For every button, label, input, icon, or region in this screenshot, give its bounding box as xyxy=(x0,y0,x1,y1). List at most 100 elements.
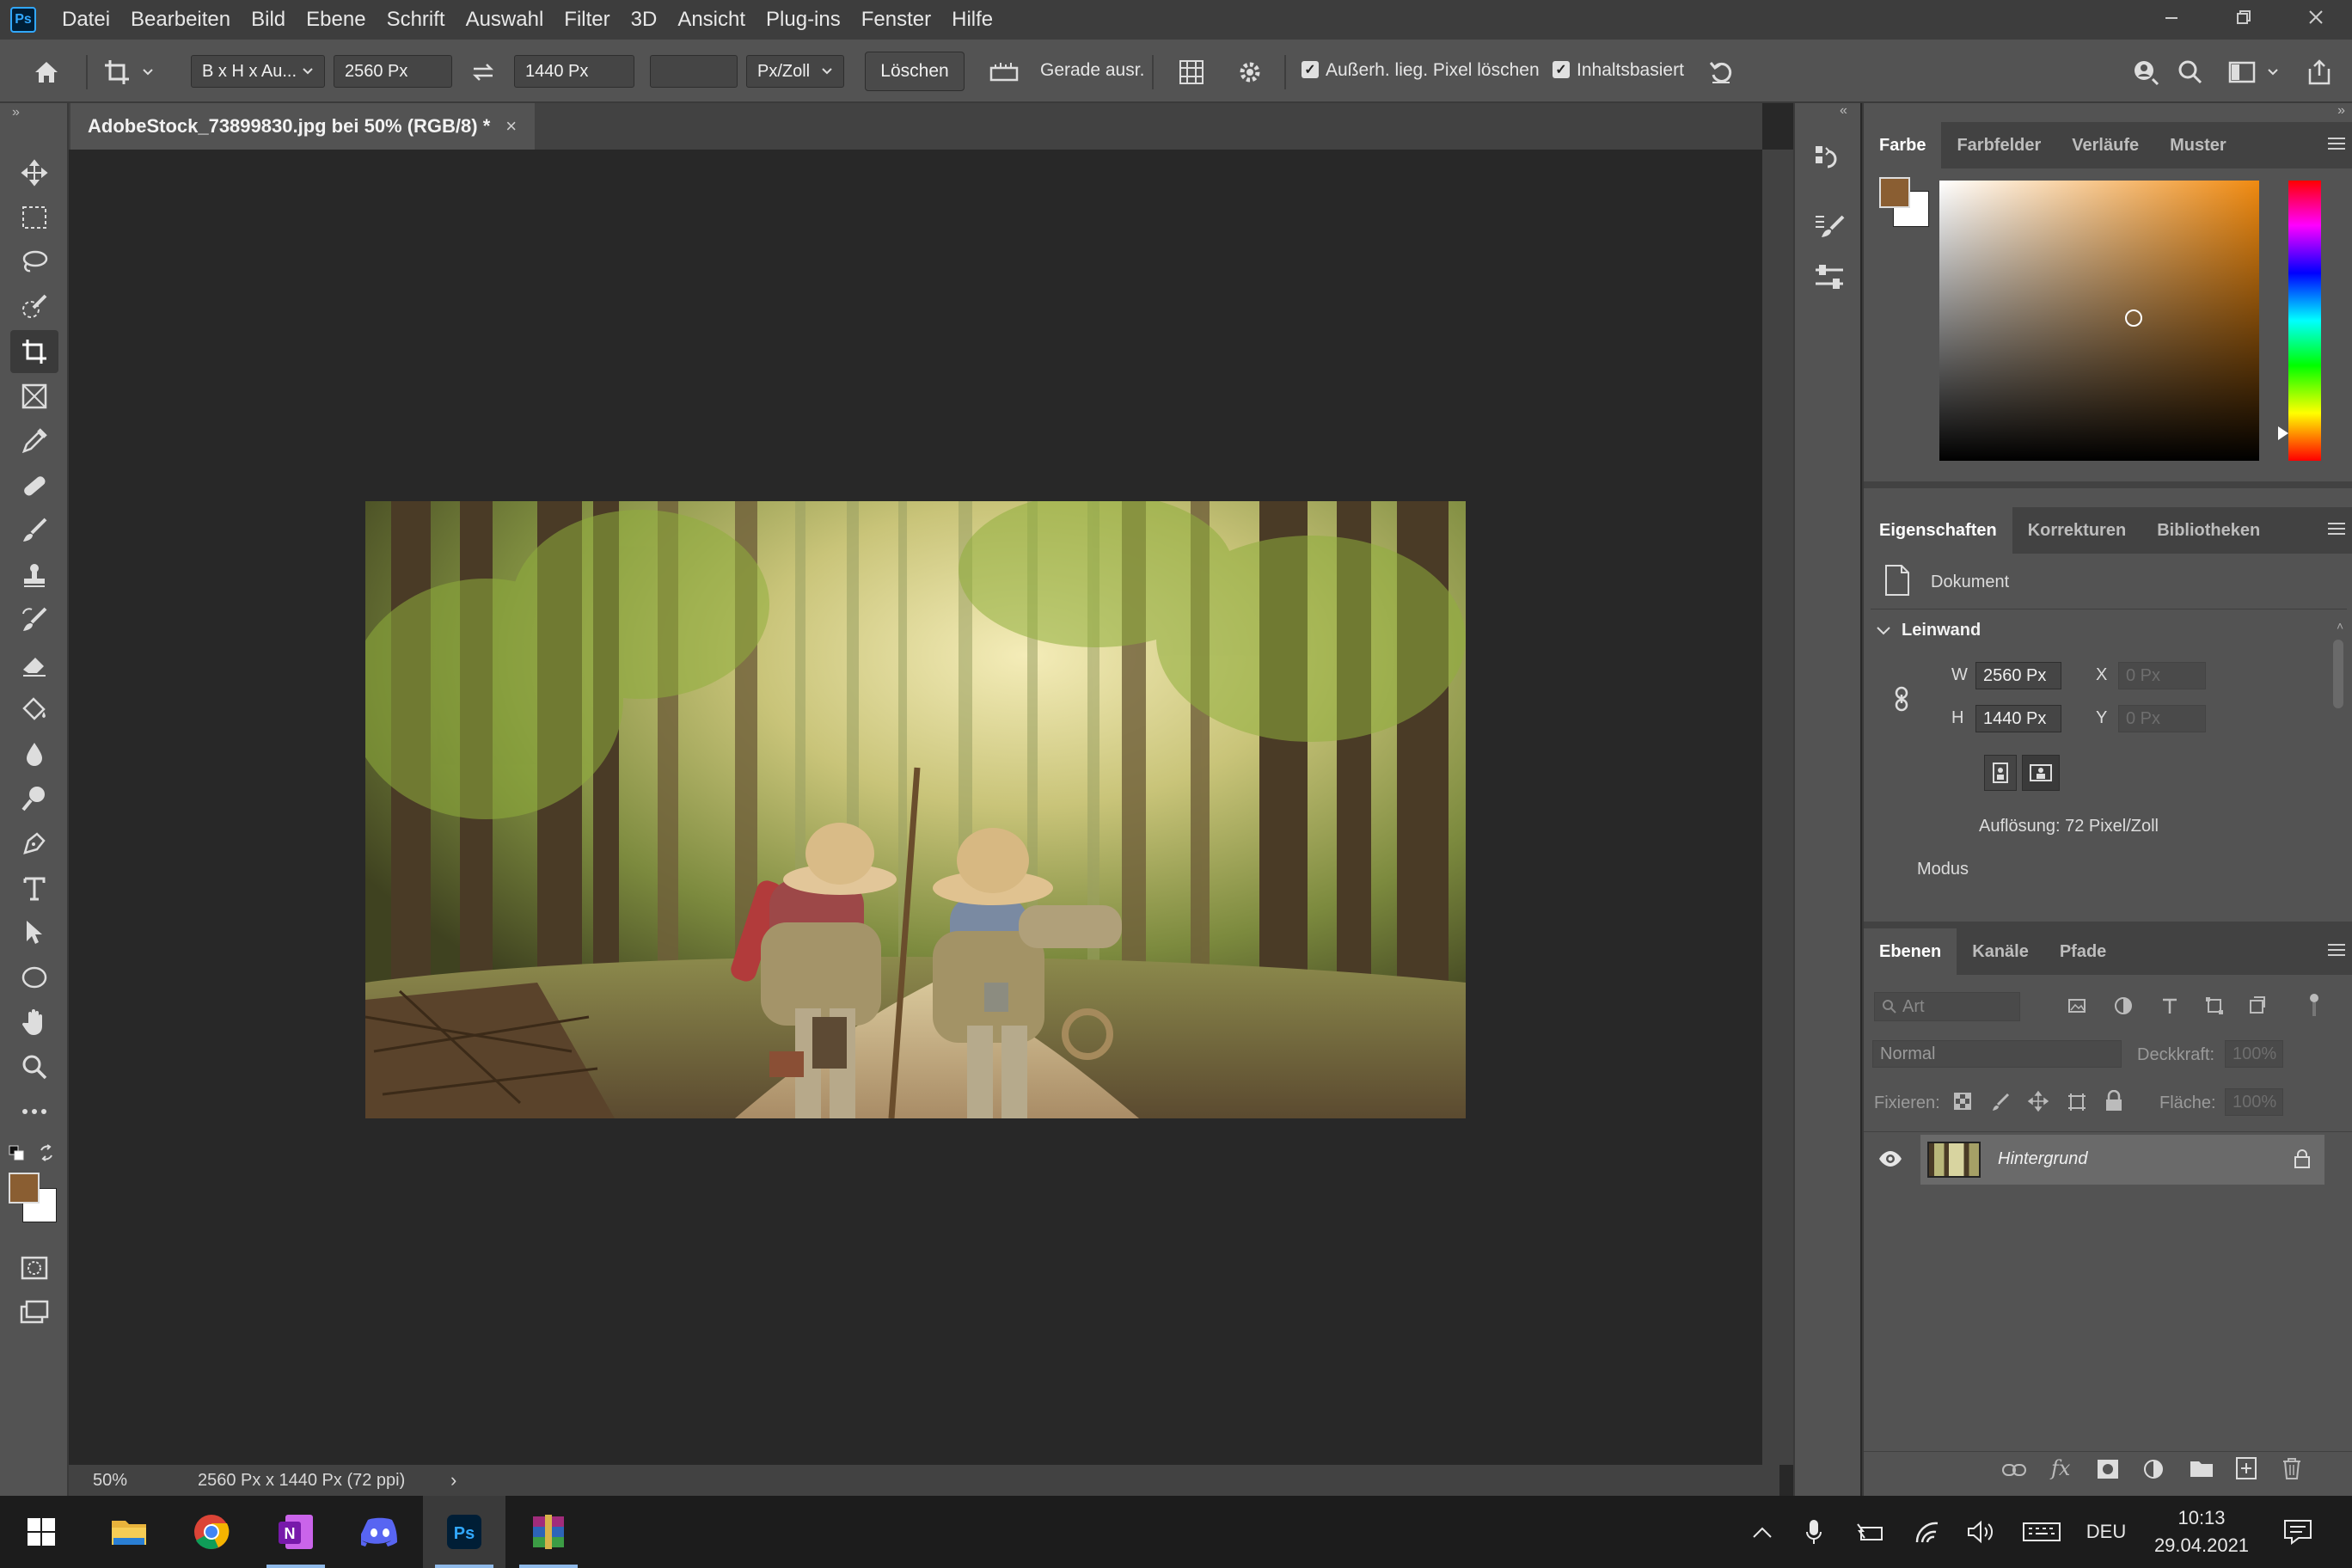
start-button[interactable] xyxy=(0,1496,83,1568)
section-leinwand[interactable]: Leinwand xyxy=(1902,621,1981,640)
layer-name[interactable]: Hintergrund xyxy=(1998,1149,2088,1169)
hue-slider[interactable] xyxy=(2288,181,2321,461)
type-tool-icon[interactable] xyxy=(10,867,58,910)
menu-hilfe[interactable]: Hilfe xyxy=(941,8,1003,32)
stamp-tool-icon[interactable] xyxy=(10,554,58,597)
blend-mode-select[interactable]: Normal xyxy=(1872,1040,2122,1068)
color-picker-handle[interactable] xyxy=(2125,309,2142,327)
paint-bucket-tool-icon[interactable] xyxy=(10,688,58,731)
lock-transparent-icon[interactable] xyxy=(1953,1092,1972,1111)
close-tab-icon[interactable]: × xyxy=(505,115,517,138)
straighten-label[interactable]: Gerade ausr. xyxy=(1040,60,1144,81)
hue-slider-handle[interactable] xyxy=(2278,426,2288,440)
chevron-down-icon[interactable] xyxy=(138,53,158,91)
canvas-width-input[interactable]: 2560 Px xyxy=(1975,662,2061,689)
filter-type-icon[interactable] xyxy=(2159,995,2180,1016)
tab-eigenschaften[interactable]: Eigenschaften xyxy=(1864,507,2012,554)
tab-verlaeufe[interactable]: Verläufe xyxy=(2056,122,2154,168)
collapse-panels-icon[interactable]: « xyxy=(1840,103,1847,119)
language-indicator[interactable]: DEU xyxy=(2080,1496,2132,1568)
landscape-orientation-icon[interactable] xyxy=(2022,755,2060,791)
close-button[interactable] xyxy=(2280,0,2352,34)
eye-icon[interactable] xyxy=(1877,1148,1903,1169)
history-panel-icon[interactable] xyxy=(1812,143,1843,174)
pen-tool-icon[interactable] xyxy=(10,822,58,865)
show-hidden-icons[interactable] xyxy=(1745,1496,1779,1568)
photoshop-taskbar-icon[interactable]: Ps xyxy=(423,1496,505,1568)
content-aware-label[interactable]: Inhaltsbasiert xyxy=(1577,60,1684,81)
clear-button[interactable]: Löschen xyxy=(865,52,965,91)
menu-bearbeiten[interactable]: Bearbeiten xyxy=(120,8,241,32)
menu-filter[interactable]: Filter xyxy=(554,8,620,32)
home-icon[interactable] xyxy=(28,53,65,91)
menu-ebene[interactable]: Ebene xyxy=(296,8,376,32)
more-tools-icon[interactable] xyxy=(10,1090,58,1133)
properties-panel-menu-icon[interactable] xyxy=(2328,523,2345,538)
height-input[interactable]: 1440 Px xyxy=(514,55,634,88)
eraser-tool-icon[interactable] xyxy=(10,643,58,686)
keyboard-icon[interactable] xyxy=(2020,1496,2063,1568)
eyedropper-tool-icon[interactable] xyxy=(10,420,58,462)
canvas-image[interactable] xyxy=(365,501,1466,1118)
blur-tool-icon[interactable] xyxy=(10,732,58,775)
history-brush-tool-icon[interactable] xyxy=(10,598,58,641)
tab-farbe[interactable]: Farbe xyxy=(1864,122,1942,168)
layers-panel-menu-icon[interactable] xyxy=(2328,944,2345,959)
add-mask-icon[interactable] xyxy=(2096,1458,2120,1480)
crop-tool-icon[interactable] xyxy=(10,330,58,373)
resolution-input[interactable] xyxy=(650,55,738,88)
file-explorer-icon[interactable] xyxy=(88,1496,170,1568)
minimize-button[interactable] xyxy=(2135,0,2208,34)
tab-muster[interactable]: Muster xyxy=(2154,122,2242,168)
search-help-icon[interactable] xyxy=(2127,53,2165,91)
layer-style-icon[interactable]: fx xyxy=(2051,1456,2070,1480)
default-colors-icon[interactable] xyxy=(9,1145,26,1162)
tab-ebenen[interactable]: Ebenen xyxy=(1864,928,1957,975)
fill-input[interactable]: 100% xyxy=(2225,1088,2283,1116)
new-group-icon[interactable] xyxy=(2189,1458,2214,1479)
lock-artboard-icon[interactable] xyxy=(2067,1092,2087,1112)
canvas-x-input[interactable]: 0 Px xyxy=(2118,662,2206,689)
zoom-level[interactable]: 50% xyxy=(93,1471,127,1491)
discord-icon[interactable] xyxy=(339,1496,421,1568)
dodge-tool-icon[interactable] xyxy=(10,777,58,820)
zoom-tool-icon[interactable] xyxy=(10,1045,58,1088)
quick-selection-tool-icon[interactable] xyxy=(10,285,58,328)
tab-pfade[interactable]: Pfade xyxy=(2044,928,2122,975)
search-icon[interactable] xyxy=(2171,53,2209,91)
swap-colors-icon[interactable] xyxy=(38,1143,57,1162)
lock-image-icon[interactable] xyxy=(1991,1092,2012,1112)
layer-filter-select[interactable]: Art xyxy=(1874,992,2020,1021)
properties-scrollbar[interactable]: ˄ ˅ xyxy=(2330,619,2347,971)
microphone-icon[interactable] xyxy=(1797,1496,1831,1568)
filter-adjustment-icon[interactable] xyxy=(2113,995,2134,1016)
overlay-grid-icon[interactable] xyxy=(1173,53,1210,91)
new-adjustment-layer-icon[interactable] xyxy=(2142,1458,2165,1480)
canvas-y-input[interactable]: 0 Px xyxy=(2118,705,2206,732)
layer-row-hintergrund[interactable]: Hintergrund xyxy=(1920,1135,2324,1185)
unit-select[interactable]: Px/Zoll xyxy=(746,55,844,88)
frame-tool-icon[interactable] xyxy=(10,375,58,418)
link-icon[interactable] xyxy=(1893,686,1910,712)
restore-button[interactable] xyxy=(2208,0,2280,34)
tab-bibliotheken[interactable]: Bibliotheken xyxy=(2141,507,2275,554)
document-tab[interactable]: AdobeStock_73899830.jpg bei 50% (RGB/8) … xyxy=(70,103,535,150)
adjustments-panel-icon[interactable] xyxy=(1812,261,1847,292)
menu-auswahl[interactable]: Auswahl xyxy=(456,8,554,32)
delete-cropped-label[interactable]: Außerh. lieg. Pixel löschen xyxy=(1326,60,1540,81)
foreground-color-swatch[interactable] xyxy=(9,1173,40,1204)
link-layers-icon[interactable] xyxy=(2001,1461,2027,1479)
chevron-down-icon[interactable] xyxy=(2263,53,2283,91)
brush-tool-icon[interactable] xyxy=(10,509,58,552)
chevron-down-icon[interactable] xyxy=(1876,626,1891,636)
filter-pixel-icon[interactable] xyxy=(2067,995,2087,1016)
vertical-scrollbar[interactable] xyxy=(1762,150,1793,1465)
quick-mask-icon[interactable] xyxy=(10,1246,58,1289)
menu-schrift[interactable]: Schrift xyxy=(377,8,456,32)
filter-shape-icon[interactable] xyxy=(2204,995,2225,1016)
share-icon[interactable] xyxy=(2300,53,2338,91)
layer-lock-icon[interactable] xyxy=(2294,1148,2311,1169)
gear-icon[interactable] xyxy=(1231,53,1269,91)
filter-toggle[interactable] xyxy=(2302,994,2326,1018)
color-panel-menu-icon[interactable] xyxy=(2328,138,2345,153)
